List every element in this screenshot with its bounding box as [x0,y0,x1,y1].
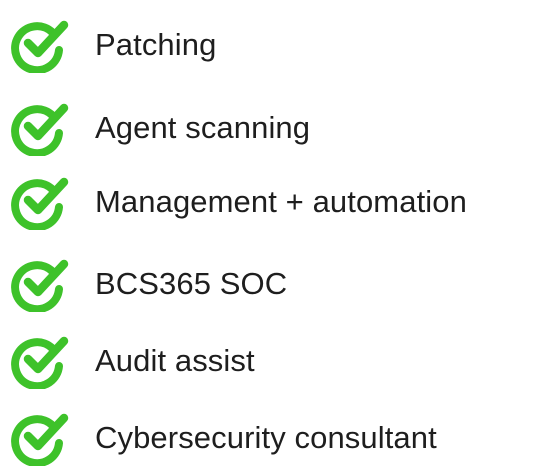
check-circle-icon [11,413,69,466]
list-item-label: Audit assist [95,343,255,378]
list-item-bcs365-soc: BCS365 SOC [0,256,539,312]
check-circle-icon [11,259,69,312]
list-item-management-automation: Management + automation [0,174,539,230]
feature-checklist: Patching Agent scanning Management + aut… [0,0,539,466]
check-circle-icon [11,103,69,156]
list-item-label: Cybersecurity consultant [95,420,437,455]
list-item-agent-scanning: Agent scanning [0,100,539,156]
list-item-patching: Patching [0,17,539,73]
check-circle-icon [11,336,69,389]
list-item-label: Agent scanning [95,110,311,145]
list-item-audit-assist: Audit assist [0,333,539,389]
check-circle-icon [11,177,69,230]
list-item-label: Patching [95,27,217,62]
check-circle-icon [11,20,69,73]
list-item-cybersecurity-consultant: Cybersecurity consultant [0,410,539,466]
list-item-label: BCS365 SOC [95,266,288,301]
list-item-label: Management + automation [95,184,467,219]
